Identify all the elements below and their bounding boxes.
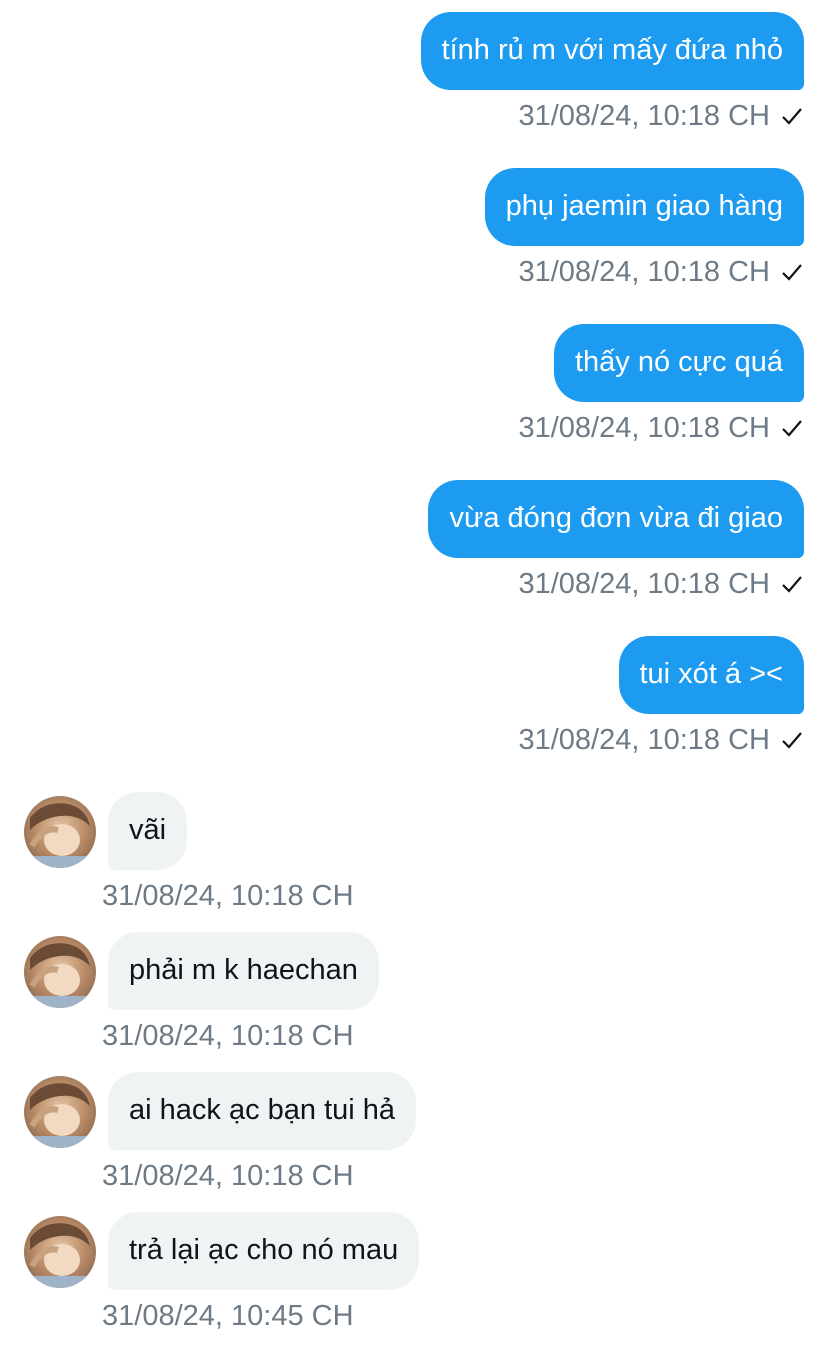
message-timestamp: 31/08/24, 10:18 CH bbox=[518, 412, 770, 444]
message-timestamp: 31/08/24, 10:18 CH bbox=[518, 256, 770, 288]
incoming-bubble[interactable]: trả lại ạc cho nó mau bbox=[108, 1212, 420, 1290]
check-icon bbox=[782, 264, 802, 281]
message-timestamp: 31/08/24, 10:18 CH bbox=[518, 568, 770, 600]
outgoing-message[interactable]: tui xót á >< 31/08/24, 10:18 CH bbox=[518, 636, 804, 758]
message-timestamp: 31/08/24, 10:45 CH bbox=[102, 1300, 354, 1332]
outgoing-bubble[interactable]: thấy nó cực quá bbox=[553, 324, 804, 402]
check-icon bbox=[782, 576, 802, 593]
message-timestamp: 31/08/24, 10:18 CH bbox=[102, 1160, 354, 1192]
message-timestamp: 31/08/24, 10:18 CH bbox=[518, 100, 770, 132]
outgoing-bubble[interactable]: tui xót á >< bbox=[618, 636, 804, 714]
incoming-message[interactable]: ai hack ạc bạn tui hả 31/08/24, 10:18 CH bbox=[24, 1072, 417, 1194]
incoming-message[interactable]: phải m k haechan 31/08/24, 10:18 CH bbox=[24, 932, 379, 1054]
outgoing-message[interactable]: tính rủ m với mấy đứa nhỏ 31/08/24, 10:1… bbox=[420, 12, 804, 134]
check-icon bbox=[782, 732, 802, 749]
sender-avatar[interactable] bbox=[24, 1076, 96, 1148]
incoming-bubble[interactable]: ai hack ạc bạn tui hả bbox=[108, 1072, 417, 1150]
check-icon bbox=[782, 108, 802, 125]
incoming-bubble[interactable]: vãi bbox=[108, 792, 188, 870]
message-timestamp: 31/08/24, 10:18 CH bbox=[102, 1020, 354, 1052]
incoming-message[interactable]: trả lại ạc cho nó mau 31/08/24, 10:45 CH bbox=[24, 1212, 420, 1334]
message-meta: 31/08/24, 10:18 CH bbox=[518, 254, 804, 290]
message-meta: 31/08/24, 10:18 CH bbox=[518, 410, 804, 446]
message-meta: 31/08/24, 10:18 CH bbox=[518, 98, 804, 134]
outgoing-message[interactable]: phụ jaemin giao hàng 31/08/24, 10:18 CH bbox=[484, 168, 804, 290]
check-icon bbox=[782, 420, 802, 437]
outgoing-message[interactable]: vừa đóng đơn vừa đi giao 31/08/24, 10:18… bbox=[428, 480, 804, 602]
incoming-bubble[interactable]: phải m k haechan bbox=[108, 932, 379, 1010]
message-meta: 31/08/24, 10:18 CH bbox=[518, 566, 804, 602]
sender-avatar[interactable] bbox=[24, 1216, 96, 1288]
avatar-photo-icon bbox=[24, 936, 96, 1008]
message-timestamp: 31/08/24, 10:18 CH bbox=[102, 880, 354, 912]
outgoing-bubble[interactable]: vừa đóng đơn vừa đi giao bbox=[428, 480, 804, 558]
avatar-photo-icon bbox=[24, 1216, 96, 1288]
incoming-message[interactable]: vãi 31/08/24, 10:18 CH bbox=[24, 792, 354, 914]
outgoing-bubble[interactable]: tính rủ m với mấy đứa nhỏ bbox=[420, 12, 804, 90]
avatar-photo-icon bbox=[24, 796, 96, 868]
sender-avatar[interactable] bbox=[24, 936, 96, 1008]
outgoing-message[interactable]: thấy nó cực quá 31/08/24, 10:18 CH bbox=[518, 324, 804, 446]
message-timestamp: 31/08/24, 10:18 CH bbox=[518, 724, 770, 756]
outgoing-bubble[interactable]: phụ jaemin giao hàng bbox=[484, 168, 804, 246]
sender-avatar[interactable] bbox=[24, 796, 96, 868]
avatar-photo-icon bbox=[24, 1076, 96, 1148]
message-meta: 31/08/24, 10:18 CH bbox=[518, 722, 804, 758]
conversation-thread: tính rủ m với mấy đứa nhỏ 31/08/24, 10:1… bbox=[0, 0, 828, 1346]
